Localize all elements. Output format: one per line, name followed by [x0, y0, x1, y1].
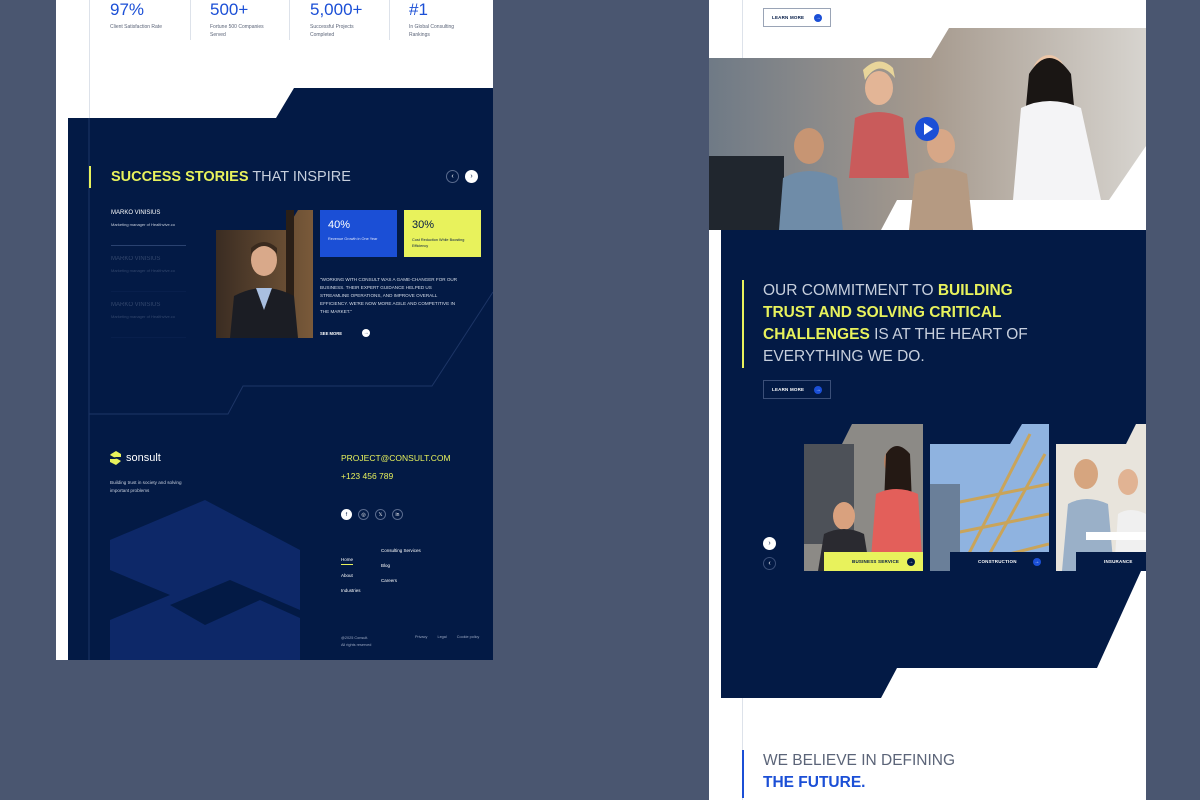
service-card-construction[interactable]: CONSTRUCTION → — [930, 424, 1049, 571]
carousel-prev-button[interactable]: ‹ — [763, 557, 776, 570]
future-line: THE FUTURE. — [763, 774, 866, 791]
arrow-right-icon: → — [907, 557, 915, 566]
learn-more-button[interactable]: LEARN MORE → — [763, 380, 832, 399]
see-more-link[interactable]: SEE MORE → — [320, 329, 371, 337]
chevron-left-icon: ‹ — [451, 173, 454, 180]
person-role: Marketing manager of Healthvive.co — [111, 222, 176, 227]
footer-logo[interactable]: sonsult — [110, 451, 161, 465]
footer-nav-col-2: Consulting Services Blog Careers — [381, 548, 421, 583]
testimonial-list: MARKO VINISIUS Marketing manager of Heal… — [111, 210, 186, 338]
carousel-next-button[interactable]: › — [763, 537, 776, 550]
arrow-right-icon: → — [814, 385, 823, 394]
prev-arrow-button[interactable]: ‹ — [446, 170, 459, 183]
person-name: MARKO VINISIUS — [111, 302, 161, 308]
logo-icon — [110, 451, 121, 465]
list-item[interactable]: MARKO VINISIUS Marketing manager of Heal… — [111, 210, 186, 246]
chevron-right-icon: › — [768, 540, 771, 547]
logo-text: sonsult — [126, 452, 161, 464]
metric-label: Revenue Growth in One Year — [328, 237, 378, 241]
copyright-line: @2025 Consult. — [341, 636, 369, 640]
button-label: LEARN MORE — [772, 387, 805, 392]
copyright-line: All rights reserved — [341, 643, 372, 647]
legal-link-cookie[interactable]: Cookie policy — [457, 635, 480, 639]
person-name: MARKO VINISIUS — [111, 210, 161, 216]
card-label: CONSTRUCTION — [978, 559, 1017, 564]
metric-card: 40% Revenue Growth in One Year — [320, 210, 397, 257]
footer-nav-col-1: Home About Industries — [341, 548, 361, 593]
facebook-icon[interactable]: f — [341, 509, 352, 520]
metric-label: Cost Reduction While Boosting Efficiency — [412, 238, 465, 248]
social-links: f ◎ 𝕏 in — [341, 509, 403, 520]
list-item[interactable]: MARKO VINISIUS Marketing manager of Heal… — [111, 246, 186, 292]
business-service-photo — [804, 424, 923, 571]
right-page-panel: LEARN MORE → OUR COMMITMENT TO BUILDING … — [709, 0, 1146, 800]
footer-link-blog[interactable]: Blog — [381, 563, 421, 568]
metric-value: 30% — [412, 219, 435, 231]
logo-watermark — [110, 500, 300, 660]
person-name: MARKO VINISIUS — [111, 256, 161, 262]
commitment-statement: OUR COMMITMENT TO BUILDING TRUST AND SOL… — [763, 282, 1028, 365]
linkedin-icon[interactable]: in — [392, 509, 403, 520]
legal-link-privacy[interactable]: Privacy — [415, 635, 427, 639]
metric-value: 40% — [328, 219, 351, 231]
future-line: WE BELIEVE IN DEFINING — [763, 752, 956, 769]
metric-card: 30% Cost Reduction While Boosting Effici… — [404, 210, 481, 257]
statement-accent-bar — [742, 280, 744, 368]
footer-link-about[interactable]: About — [341, 573, 361, 578]
construction-photo — [930, 424, 1049, 571]
play-video-button[interactable] — [915, 117, 939, 141]
chevron-left-icon: ‹ — [768, 560, 771, 567]
left-page-panel: 97% Client Satisfaction Rate 500+ Fortun… — [56, 0, 493, 660]
instagram-icon[interactable]: ◎ — [358, 509, 369, 520]
section-title: SUCCESS STORIES THAT INSPIRE — [111, 169, 351, 185]
see-more-label: SEE MORE — [320, 330, 343, 336]
next-arrow-button[interactable]: › — [465, 170, 478, 183]
service-card-business[interactable]: BUSINESS SERVICE → — [804, 424, 923, 571]
future-statement: WE BELIEVE IN DEFINING THE FUTURE. — [763, 750, 955, 794]
footer-tagline: Building trust in society and solving im… — [110, 480, 182, 493]
footer-link-home[interactable]: Home — [341, 557, 354, 565]
person-role: Marketing manager of Healthvive.co — [111, 314, 176, 319]
footer-link-careers[interactable]: Careers — [381, 578, 421, 583]
arrow-right-icon: → — [1033, 557, 1041, 566]
testimonial-portrait — [216, 210, 313, 338]
contact-email[interactable]: PROJECT@CONSULT.COM — [341, 453, 451, 463]
testimonial-quote: "WORKING WITH CONSULT WAS A GAME-CHANGER… — [320, 277, 458, 314]
footer-link-consulting[interactable]: Consulting Services — [381, 548, 421, 553]
future-accent-bar — [742, 750, 744, 798]
contact-phone[interactable]: +123 456 789 — [341, 471, 393, 481]
person-role: Marketing manager of Healthvive.co — [111, 268, 176, 273]
service-card-insurance[interactable]: INSURANCE — [1056, 424, 1146, 571]
legal-links: Privacy Legal Cookie policy — [415, 635, 479, 639]
legal-link-legal[interactable]: Legal — [437, 635, 446, 639]
heading-accent-bar — [89, 166, 91, 188]
x-twitter-icon[interactable]: 𝕏 — [375, 509, 386, 520]
list-item[interactable]: MARKO VINISIUS Marketing manager of Heal… — [111, 292, 186, 338]
card-label-bar: INSURANCE — [1076, 552, 1146, 571]
card-label: INSURANCE — [1104, 559, 1133, 564]
arrow-right-icon: → — [362, 329, 371, 337]
card-label-bar: CONSTRUCTION → — [950, 552, 1049, 571]
insurance-photo — [1056, 424, 1146, 571]
chevron-right-icon: › — [470, 173, 473, 180]
card-label-bar: BUSINESS SERVICE → — [824, 552, 923, 571]
footer-link-industries[interactable]: Industries — [341, 588, 361, 593]
card-label: BUSINESS SERVICE — [852, 559, 900, 564]
copyright: @2025 Consult. All rights reserved — [341, 635, 371, 649]
